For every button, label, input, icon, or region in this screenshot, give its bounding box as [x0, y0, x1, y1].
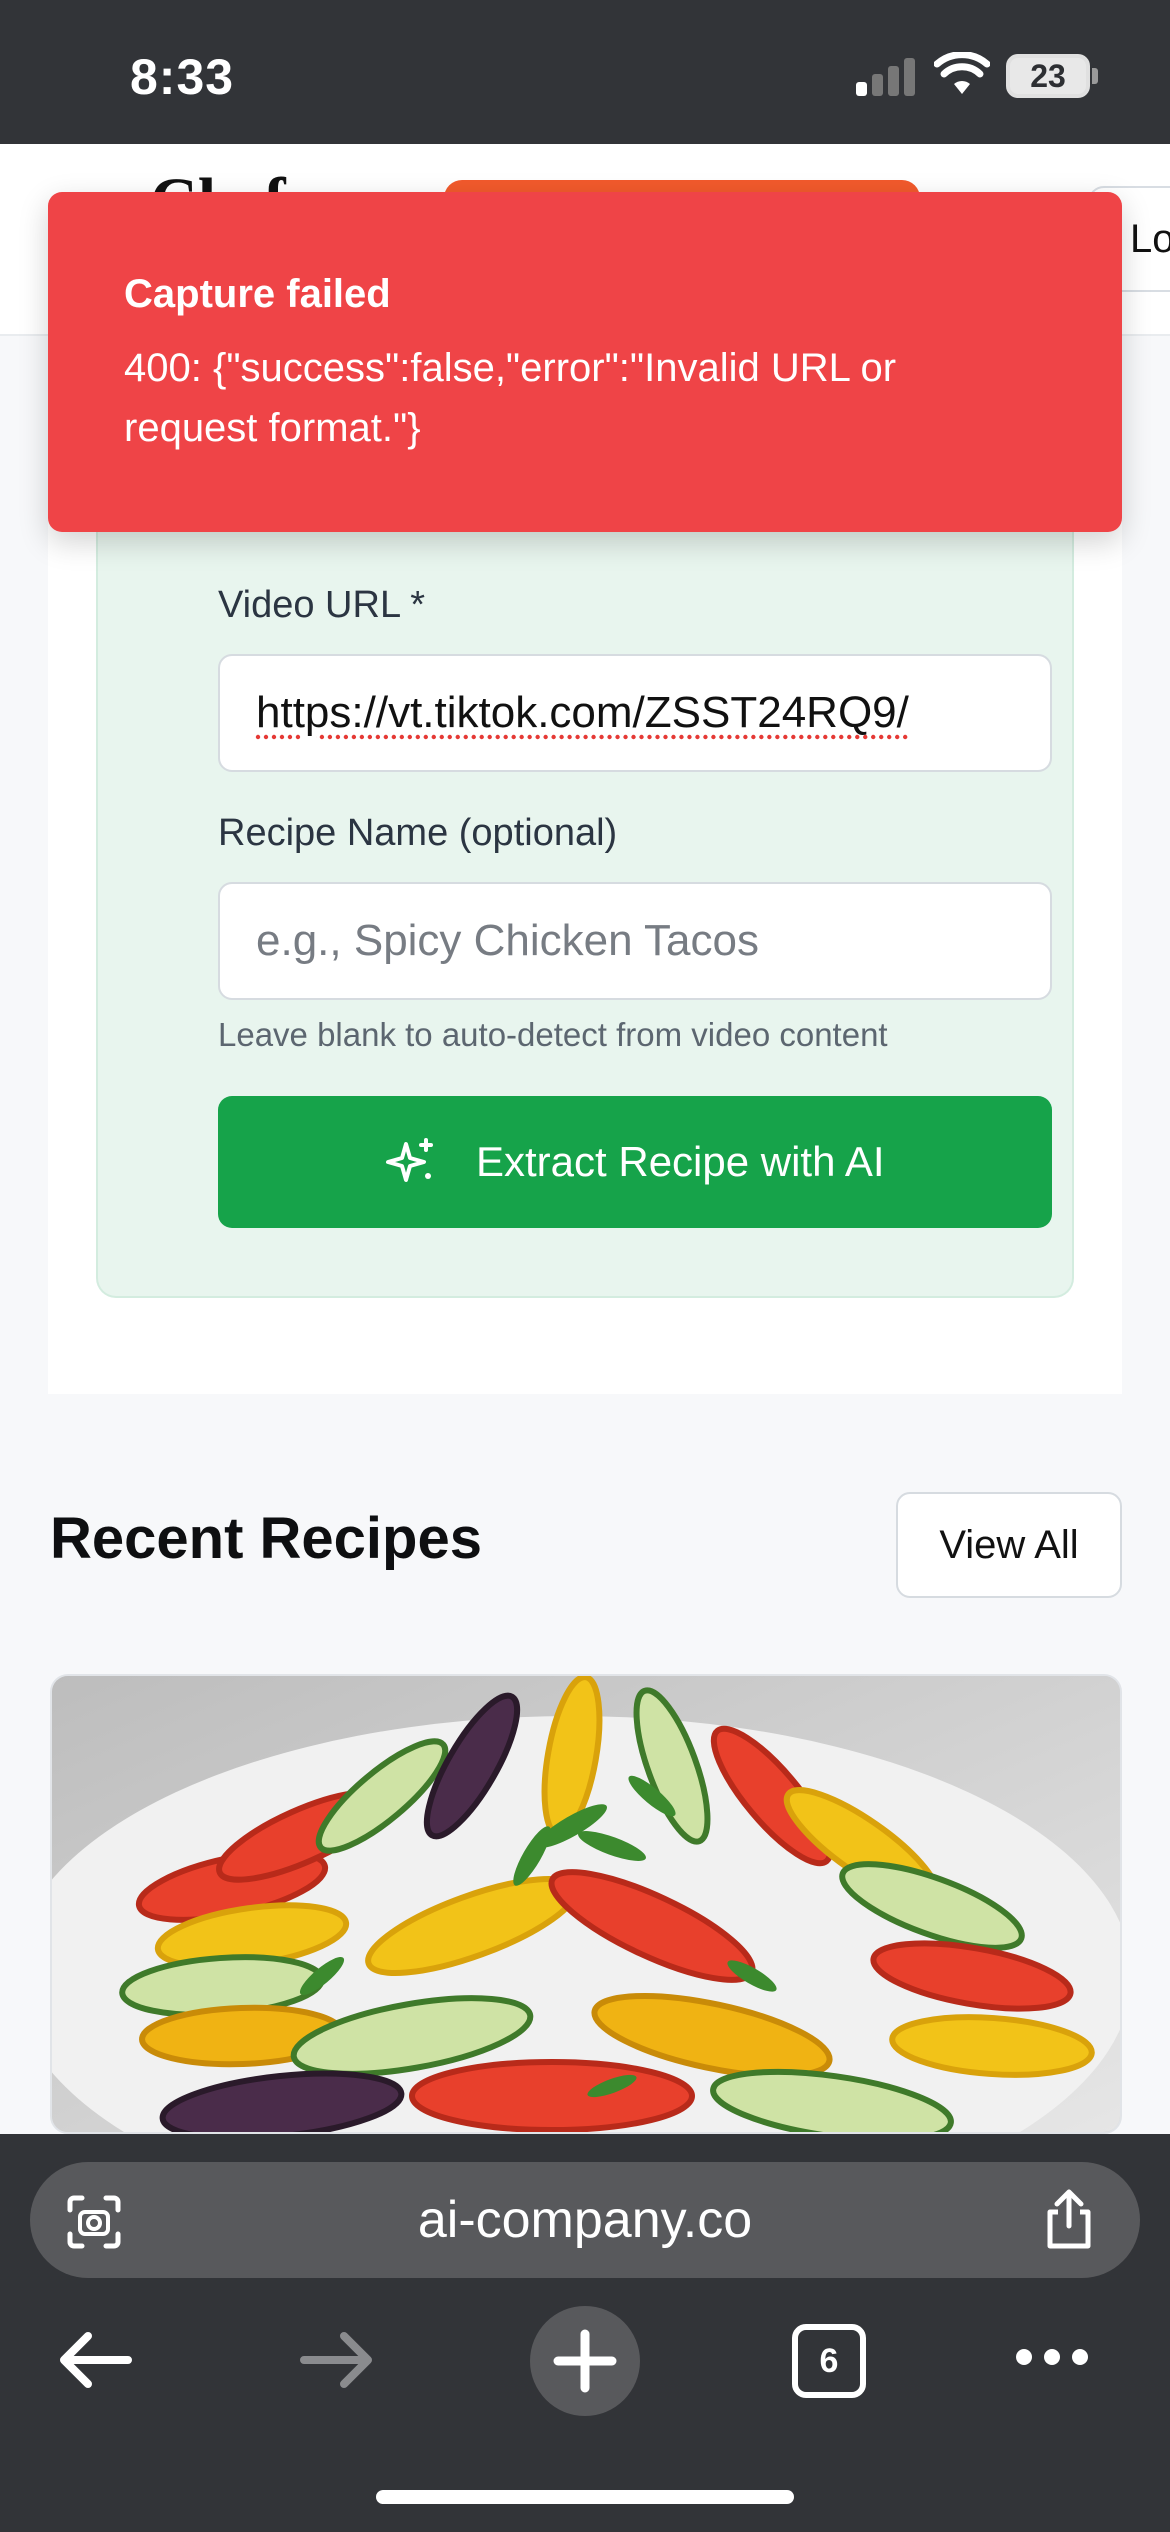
- extract-recipe-button[interactable]: Extract Recipe with AI: [218, 1096, 1052, 1228]
- toast-message: 400: {"success":false,"error":"Invalid U…: [124, 346, 897, 450]
- recipe-name-hint: Leave blank to auto-detect from video co…: [218, 1016, 888, 1053]
- scan-icon[interactable]: [66, 2194, 122, 2250]
- recipe-card[interactable]: [50, 1674, 1122, 2134]
- extract-recipe-label: Extract Recipe with AI: [476, 1138, 885, 1185]
- video-url-input[interactable]: https://vt.tiktok.com/ZSST24RQ9/: [218, 654, 1052, 772]
- page: 8:33 23 Chef Lo Video URL * https://vt.t…: [0, 0, 1170, 2532]
- video-url-label: Video URL *: [218, 584, 426, 626]
- status-bar: 8:33 23: [0, 0, 1170, 144]
- new-tab-button[interactable]: [530, 2306, 640, 2416]
- back-icon[interactable]: [56, 2330, 132, 2390]
- tabs-button[interactable]: 6: [792, 2324, 866, 2398]
- new-tab-icon: [553, 2329, 617, 2393]
- cellular-signal-icon: [856, 58, 916, 96]
- recipe-name-label: Recipe Name (optional): [218, 812, 618, 854]
- recent-recipes-heading: Recent Recipes: [50, 1506, 482, 1571]
- toast-title: Capture failed: [124, 272, 391, 316]
- address-bar[interactable]: ai-company.co: [30, 2162, 1140, 2278]
- sparkles-icon: [386, 1138, 433, 1182]
- home-indicator: [376, 2490, 794, 2504]
- address-bar-url: ai-company.co: [417, 2191, 753, 2249]
- wifi-icon: [934, 52, 990, 94]
- video-url-value: https://vt.tiktok.com/ZSST24RQ9/: [256, 688, 909, 737]
- forward-icon[interactable]: [300, 2330, 376, 2390]
- status-time: 8:33: [130, 49, 235, 105]
- view-all-button[interactable]: View All: [896, 1492, 1122, 1598]
- battery-icon: 23: [1006, 54, 1090, 98]
- ratatouille-photo: [52, 1676, 1120, 2132]
- battery-tip: [1092, 68, 1098, 84]
- recipe-name-input[interactable]: e.g., Spicy Chicken Tacos: [218, 882, 1052, 1000]
- more-icon[interactable]: [1014, 2344, 1090, 2370]
- share-icon[interactable]: [1040, 2188, 1098, 2250]
- error-toast[interactable]: Capture failed 400: {"success":false,"er…: [48, 192, 1122, 532]
